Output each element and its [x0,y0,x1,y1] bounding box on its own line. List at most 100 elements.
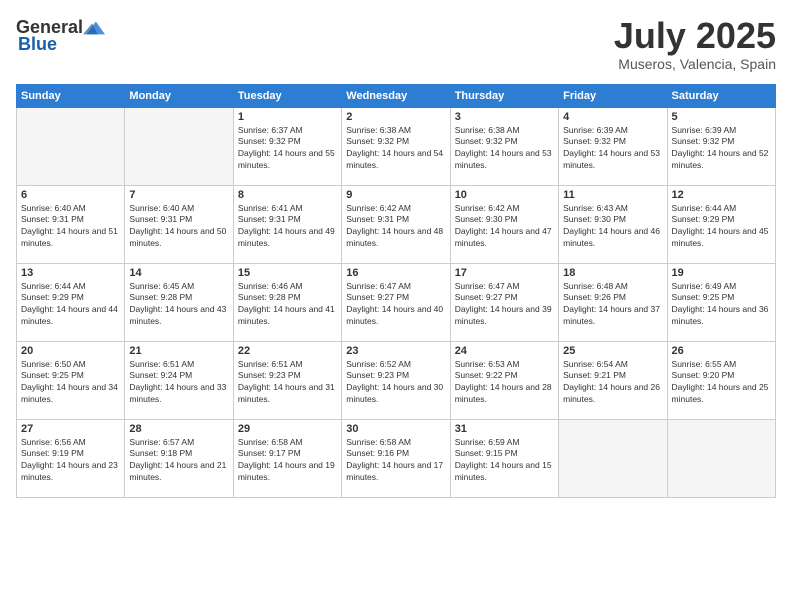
calendar-week-1: 6 Sunrise: 6:40 AMSunset: 9:31 PMDaylight… [17,185,776,263]
day-number: 9 [346,189,445,201]
calendar-cell: 27 Sunrise: 6:56 AMSunset: 9:19 PMDayligh… [17,419,125,497]
day-info: Sunrise: 6:42 AMSunset: 9:30 PMDaylight:… [455,203,554,251]
day-info: Sunrise: 6:48 AMSunset: 9:26 PMDaylight:… [563,281,662,329]
day-number: 10 [455,189,554,201]
day-number: 25 [563,345,662,357]
day-info: Sunrise: 6:39 AMSunset: 9:32 PMDaylight:… [563,125,662,173]
day-info: Sunrise: 6:53 AMSunset: 9:22 PMDaylight:… [455,359,554,407]
day-number: 2 [346,111,445,123]
day-info: Sunrise: 6:49 AMSunset: 9:25 PMDaylight:… [672,281,771,329]
day-info: Sunrise: 6:40 AMSunset: 9:31 PMDaylight:… [129,203,228,251]
calendar-cell: 3 Sunrise: 6:38 AMSunset: 9:32 PMDaylight… [450,107,558,185]
day-info: Sunrise: 6:58 AMSunset: 9:17 PMDaylight:… [238,437,337,485]
day-info: Sunrise: 6:59 AMSunset: 9:15 PMDaylight:… [455,437,554,485]
day-info: Sunrise: 6:47 AMSunset: 9:27 PMDaylight:… [455,281,554,329]
calendar-header-row: Sunday Monday Tuesday Wednesday Thursday… [17,84,776,107]
day-info: Sunrise: 6:44 AMSunset: 9:29 PMDaylight:… [21,281,120,329]
day-number: 16 [346,267,445,279]
calendar-cell: 4 Sunrise: 6:39 AMSunset: 9:32 PMDaylight… [559,107,667,185]
calendar-cell: 29Sunrise: 6:58 AMSunset: 9:17 PMDayligh… [233,419,341,497]
day-number: 19 [672,267,771,279]
title-section: July 2025 Museros, Valencia, Spain [614,16,776,72]
day-number: 8 [238,189,337,201]
calendar-cell: 21 Sunrise: 6:51 AMSunset: 9:24 PMDayligh… [125,341,233,419]
calendar-week-3: 20 Sunrise: 6:50 AMSunset: 9:25 PMDayligh… [17,341,776,419]
day-number: 18 [563,267,662,279]
calendar-cell [17,107,125,185]
day-info: Sunrise: 6:43 AMSunset: 9:30 PMDaylight:… [563,203,662,251]
calendar-cell [667,419,775,497]
calendar-cell: 1Sunrise: 6:37 AMSunset: 9:32 PMDaylight… [233,107,341,185]
calendar-cell: 25 Sunrise: 6:54 AMSunset: 9:21 PMDayligh… [559,341,667,419]
day-number: 23 [346,345,445,357]
calendar-cell: 28Sunrise: 6:57 AMSunset: 9:18 PMDayligh… [125,419,233,497]
day-info: Sunrise: 6:47 AMSunset: 9:27 PMDaylight:… [346,281,445,329]
day-number: 21 [129,345,228,357]
calendar-cell: 5Sunrise: 6:39 AMSunset: 9:32 PMDaylight… [667,107,775,185]
calendar-cell: 22Sunrise: 6:51 AMSunset: 9:23 PMDayligh… [233,341,341,419]
day-number: 4 [563,111,662,123]
day-info: Sunrise: 6:56 AMSunset: 9:19 PMDaylight:… [21,437,120,485]
day-number: 26 [672,345,771,357]
day-number: 5 [672,111,771,123]
calendar-cell: 24 Sunrise: 6:53 AMSunset: 9:22 PMDayligh… [450,341,558,419]
day-number: 20 [21,345,120,357]
logo-blue-text: Blue [18,34,57,55]
day-info: Sunrise: 6:57 AMSunset: 9:18 PMDaylight:… [129,437,228,485]
calendar-cell: 16 Sunrise: 6:47 AMSunset: 9:27 PMDayligh… [342,263,450,341]
day-number: 6 [21,189,120,201]
day-info: Sunrise: 6:58 AMSunset: 9:16 PMDaylight:… [346,437,445,485]
day-info: Sunrise: 6:50 AMSunset: 9:25 PMDaylight:… [21,359,120,407]
day-info: Sunrise: 6:37 AMSunset: 9:32 PMDaylight:… [238,125,337,173]
day-number: 7 [129,189,228,201]
day-info: Sunrise: 6:41 AMSunset: 9:31 PMDaylight:… [238,203,337,251]
day-number: 15 [238,267,337,279]
calendar-cell: 17 Sunrise: 6:47 AMSunset: 9:27 PMDayligh… [450,263,558,341]
col-wednesday: Wednesday [342,84,450,107]
page-container: General Blue July 2025 Museros, Valencia… [0,0,792,506]
day-number: 11 [563,189,662,201]
calendar-cell: 26 Sunrise: 6:55 AMSunset: 9:20 PMDayligh… [667,341,775,419]
day-info: Sunrise: 6:45 AMSunset: 9:28 PMDaylight:… [129,281,228,329]
calendar-cell: 31Sunrise: 6:59 AMSunset: 9:15 PMDayligh… [450,419,558,497]
calendar-cell: 14 Sunrise: 6:45 AMSunset: 9:28 PMDayligh… [125,263,233,341]
day-number: 17 [455,267,554,279]
day-info: Sunrise: 6:54 AMSunset: 9:21 PMDaylight:… [563,359,662,407]
calendar-cell: 12Sunrise: 6:44 AMSunset: 9:29 PMDayligh… [667,185,775,263]
logo-icon [83,16,105,38]
col-thursday: Thursday [450,84,558,107]
day-number: 24 [455,345,554,357]
month-title: July 2025 [614,16,776,56]
day-number: 30 [346,423,445,435]
calendar-cell: 18 Sunrise: 6:48 AMSunset: 9:26 PMDayligh… [559,263,667,341]
day-info: Sunrise: 6:46 AMSunset: 9:28 PMDaylight:… [238,281,337,329]
calendar-week-0: 1Sunrise: 6:37 AMSunset: 9:32 PMDaylight… [17,107,776,185]
day-info: Sunrise: 6:51 AMSunset: 9:24 PMDaylight:… [129,359,228,407]
day-info: Sunrise: 6:55 AMSunset: 9:20 PMDaylight:… [672,359,771,407]
col-friday: Friday [559,84,667,107]
calendar-cell: 2Sunrise: 6:38 AMSunset: 9:32 PMDaylight… [342,107,450,185]
day-info: Sunrise: 6:52 AMSunset: 9:23 PMDaylight:… [346,359,445,407]
col-saturday: Saturday [667,84,775,107]
day-number: 12 [672,189,771,201]
calendar-week-2: 13Sunrise: 6:44 AMSunset: 9:29 PMDayligh… [17,263,776,341]
calendar-cell: 9 Sunrise: 6:42 AMSunset: 9:31 PMDaylight… [342,185,450,263]
day-number: 3 [455,111,554,123]
calendar-week-4: 27 Sunrise: 6:56 AMSunset: 9:19 PMDayligh… [17,419,776,497]
calendar-cell [125,107,233,185]
calendar-cell: 20 Sunrise: 6:50 AMSunset: 9:25 PMDayligh… [17,341,125,419]
calendar-cell: 19 Sunrise: 6:49 AMSunset: 9:25 PMDayligh… [667,263,775,341]
col-sunday: Sunday [17,84,125,107]
day-number: 14 [129,267,228,279]
calendar-table: Sunday Monday Tuesday Wednesday Thursday… [16,84,776,498]
day-info: Sunrise: 6:51 AMSunset: 9:23 PMDaylight:… [238,359,337,407]
location-title: Museros, Valencia, Spain [614,56,776,72]
calendar-cell: 15 Sunrise: 6:46 AMSunset: 9:28 PMDayligh… [233,263,341,341]
day-info: Sunrise: 6:42 AMSunset: 9:31 PMDaylight:… [346,203,445,251]
day-info: Sunrise: 6:38 AMSunset: 9:32 PMDaylight:… [455,125,554,173]
calendar-cell: 8 Sunrise: 6:41 AMSunset: 9:31 PMDaylight… [233,185,341,263]
day-number: 27 [21,423,120,435]
col-monday: Monday [125,84,233,107]
day-info: Sunrise: 6:40 AMSunset: 9:31 PMDaylight:… [21,203,120,251]
calendar-cell: 30 Sunrise: 6:58 AMSunset: 9:16 PMDayligh… [342,419,450,497]
